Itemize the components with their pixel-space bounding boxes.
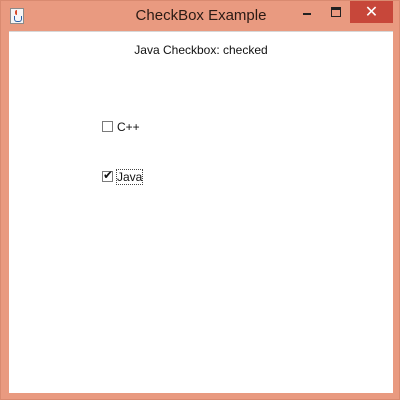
status-label: Java Checkbox: checked	[134, 43, 268, 57]
close-button[interactable]: ✕	[350, 1, 393, 23]
checkbox-java-label[interactable]: Java	[115, 169, 144, 185]
maximize-button[interactable]	[322, 1, 350, 23]
content-panel: Java Checkbox: checked C++ ✔ Java	[9, 31, 393, 393]
app-window: CheckBox Example ✕ Java Checkbox: checke…	[0, 0, 400, 400]
checkbox-cpp-box[interactable]	[102, 121, 113, 132]
minimize-button[interactable]	[292, 1, 322, 23]
title-bar[interactable]: CheckBox Example ✕	[1, 1, 399, 31]
checkbox-java-check-icon: ✔	[103, 168, 114, 182]
checkbox-cpp-label[interactable]: C++	[117, 120, 140, 134]
checkbox-java-box[interactable]: ✔	[102, 168, 114, 182]
